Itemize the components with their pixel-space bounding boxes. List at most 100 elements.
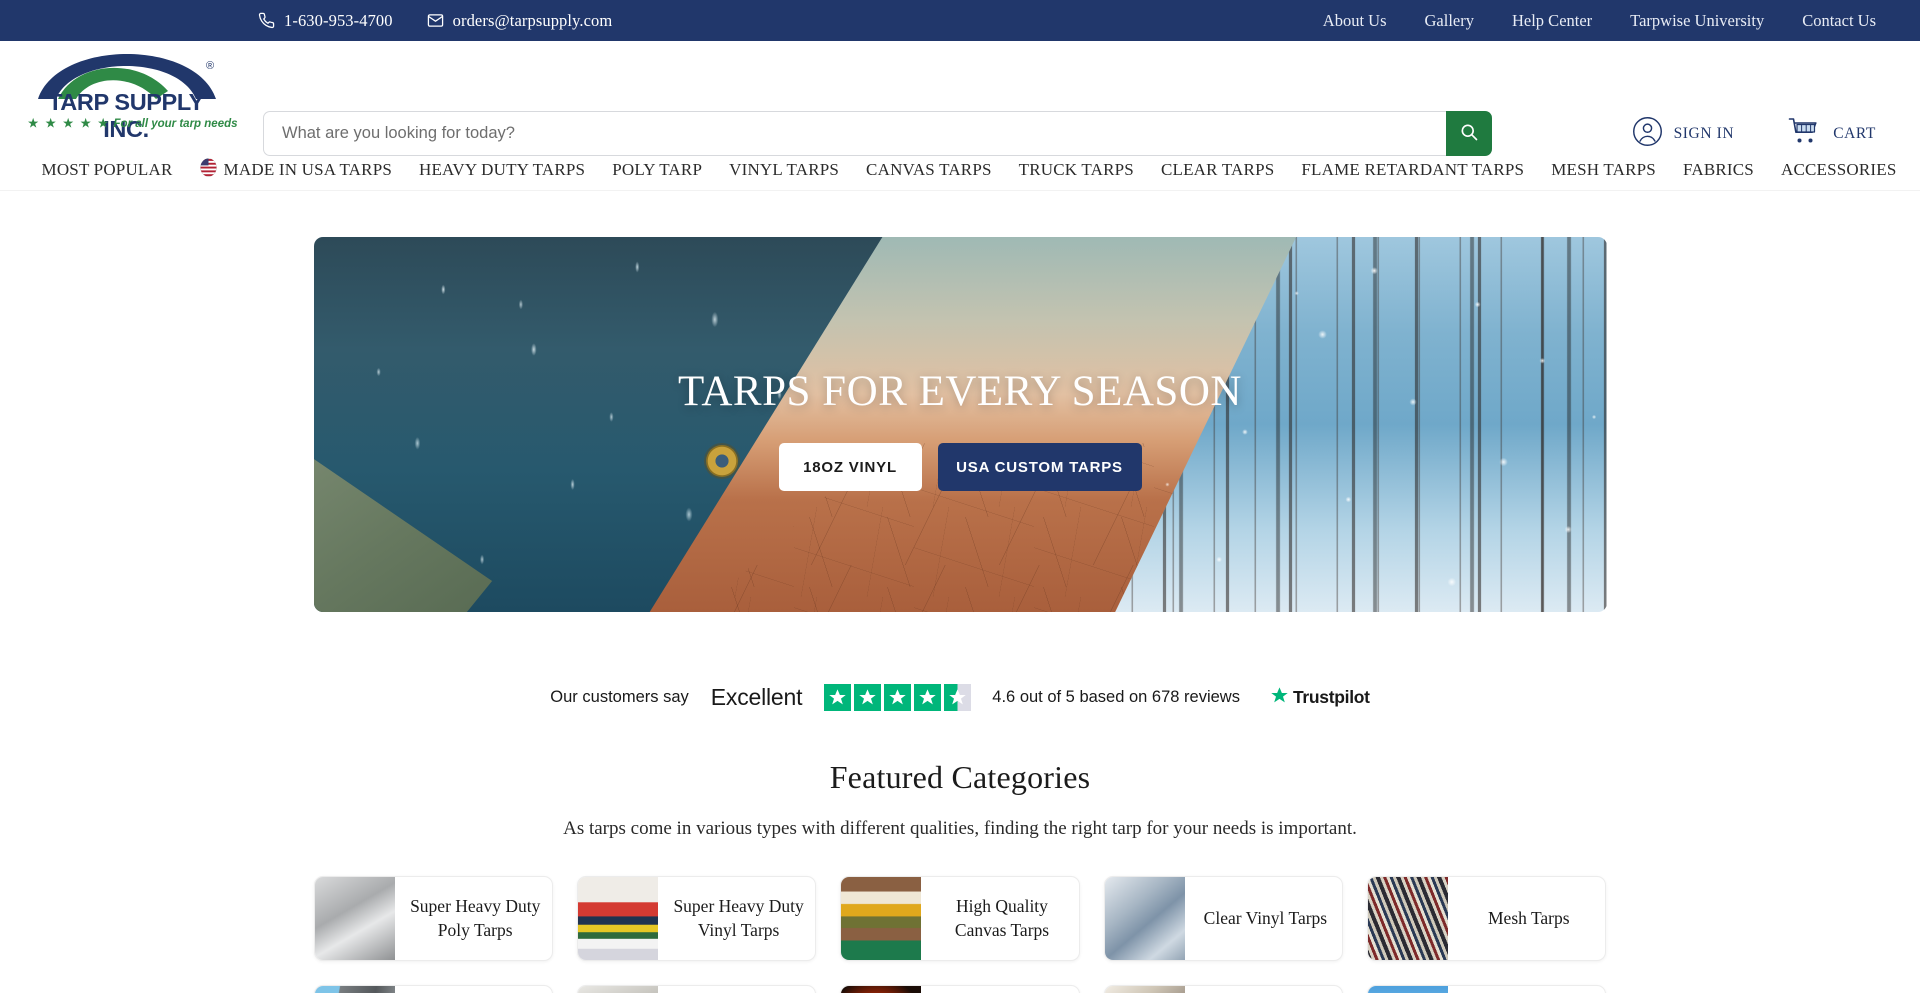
nav-item-truck-tarps[interactable]: TRUCK TARPS bbox=[1005, 160, 1147, 180]
top-utility-bar: 1-630-953-4700 orders@tarpsupply.com Abo… bbox=[0, 0, 1920, 41]
nav-label: ACCESSORIES bbox=[1780, 159, 1897, 179]
category-card[interactable]: High Quality Canvas Tarps bbox=[840, 876, 1080, 961]
category-card-label: Super Heavy Duty Vinyl Tarps bbox=[673, 896, 804, 940]
cart-button[interactable]: CART bbox=[1788, 117, 1876, 150]
nav-item-most-popular[interactable]: MOST POPULAR bbox=[28, 160, 186, 180]
hero-title: TARPS FOR EVERY SEASON bbox=[678, 368, 1242, 415]
topbar-link-about-us[interactable]: About Us bbox=[1323, 11, 1387, 31]
topbar-link-tarpwise-university[interactable]: Tarpwise University bbox=[1630, 11, 1764, 31]
sign-in-button[interactable]: SIGN IN bbox=[1632, 116, 1735, 152]
featured-categories-section: Featured Categories As tarps come in var… bbox=[0, 759, 1920, 993]
nav-item-flame-retardant-tarps[interactable]: FLAME RETARDANT TARPS bbox=[1288, 160, 1538, 180]
search-icon bbox=[1459, 122, 1479, 145]
category-thumbnail bbox=[577, 986, 658, 993]
phone-link[interactable]: 1-630-953-4700 bbox=[258, 11, 393, 31]
nav-label: MADE IN USA TARPS bbox=[223, 159, 392, 179]
header-actions: SIGN IN CART bbox=[1632, 111, 1876, 156]
nav-item-mesh-tarps[interactable]: MESH TARPS bbox=[1538, 160, 1670, 180]
email-link[interactable]: orders@tarpsupply.com bbox=[427, 11, 613, 31]
cart-label: CART bbox=[1833, 124, 1876, 142]
topbar-link-contact-us[interactable]: Contact Us bbox=[1802, 11, 1876, 31]
category-thumbnail bbox=[314, 986, 395, 993]
nav-item-covers[interactable]: COVERS bbox=[1910, 160, 1920, 180]
svg-text:®: ® bbox=[206, 60, 214, 72]
logo-tagline: ★ ★ ★ ★ ★ For all your tarp needs bbox=[28, 116, 238, 130]
topbar-link-gallery[interactable]: Gallery bbox=[1425, 11, 1474, 31]
email-address: orders@tarpsupply.com bbox=[452, 10, 613, 30]
category-thumbnail bbox=[1368, 986, 1449, 993]
nav-label: MOST POPULAR bbox=[41, 159, 173, 179]
logo-tagline-text: For all your tarp needs bbox=[113, 118, 238, 130]
nav-label: HEAVY DUTY TARPS bbox=[419, 159, 586, 179]
nav-item-clear-tarps[interactable]: CLEAR TARPS bbox=[1147, 160, 1287, 180]
nav-label: TRUCK TARPS bbox=[1018, 159, 1134, 179]
category-card[interactable]: Clear Vinyl Tarps bbox=[1103, 876, 1344, 961]
nav-label: FLAME RETARDANT TARPS bbox=[1301, 159, 1525, 179]
category-card[interactable]: Outdoor Covers bbox=[1367, 985, 1607, 993]
category-card-label: High Quality Canvas Tarps bbox=[954, 896, 1050, 940]
phone-icon bbox=[258, 12, 275, 29]
trustpilot-widget[interactable]: Our customers say Excellent 4.6 out of 5… bbox=[0, 684, 1920, 711]
site-header: ® TARP SUPPLY INC. ★ ★ ★ ★ ★ For all you… bbox=[0, 41, 1920, 156]
category-thumbnail bbox=[1368, 877, 1449, 960]
category-card[interactable]: Materials & Fabrics bbox=[1103, 985, 1344, 993]
nav-label: FABRICS bbox=[1682, 159, 1754, 179]
search-button[interactable] bbox=[1446, 111, 1492, 156]
trustpilot-star-rating bbox=[824, 684, 972, 711]
topbar-nav: About Us Gallery Help Center Tarpwise Un… bbox=[1323, 11, 1876, 31]
phone-number: 1-630-953-4700 bbox=[284, 10, 393, 30]
nav-label: CANVAS TARPS bbox=[866, 159, 992, 179]
star-icon-5-half bbox=[944, 684, 972, 711]
usa-flag-icon bbox=[199, 157, 217, 182]
nav-label: MESH TARPS bbox=[1551, 159, 1656, 179]
nav-item-fabrics[interactable]: FABRICS bbox=[1669, 160, 1767, 180]
nav-item-poly-tarp[interactable]: POLY TARP bbox=[599, 160, 716, 180]
featured-categories-subheading: As tarps come in various types with diff… bbox=[563, 818, 1357, 839]
trustpilot-brand-name: Trustpilot bbox=[1292, 687, 1370, 707]
hero-cta-group: 18OZ VINYL USA CUSTOM TARPS bbox=[314, 443, 1607, 491]
category-thumbnail bbox=[314, 877, 395, 960]
category-card-label: Mesh Tarps bbox=[1488, 907, 1570, 928]
category-card[interactable]: Super Heavy Duty Vinyl Tarps bbox=[576, 876, 817, 961]
logo-stars: ★ ★ ★ ★ ★ bbox=[28, 118, 111, 130]
hero-section: TARPS FOR EVERY SEASON 18OZ VINYL USA CU… bbox=[0, 191, 1920, 612]
user-account-icon bbox=[1632, 116, 1663, 152]
featured-categories-grid: Super Heavy Duty Poly Tarps Super Heavy … bbox=[313, 876, 1607, 993]
nav-item-vinyl-tarps[interactable]: VINYL TARPS bbox=[716, 160, 853, 180]
nav-item-canvas-tarps[interactable]: CANVAS TARPS bbox=[853, 160, 1006, 180]
star-icon-2 bbox=[854, 684, 882, 711]
category-card[interactable]: Super Heavy Duty Poly Tarps bbox=[313, 876, 553, 961]
hero-banner: TARPS FOR EVERY SEASON 18OZ VINYL USA CU… bbox=[313, 237, 1607, 612]
nav-label: CLEAR TARPS bbox=[1160, 159, 1275, 179]
site-logo[interactable]: ® TARP SUPPLY INC. ★ ★ ★ ★ ★ For all you… bbox=[28, 27, 238, 142]
category-thumbnail bbox=[841, 986, 922, 993]
trustpilot-lead-text: Our customers say bbox=[550, 688, 689, 706]
nav-item-made-in-usa-tarps[interactable]: MADE IN USA TARPS bbox=[186, 157, 405, 182]
nav-item-accessories[interactable]: ACCESSORIES bbox=[1767, 160, 1910, 180]
nav-label: VINYL TARPS bbox=[729, 159, 840, 179]
hero-usa-custom-tarps-button[interactable]: USA CUSTOM TARPS bbox=[937, 443, 1142, 491]
hero-18oz-vinyl-button[interactable]: 18OZ VINYL bbox=[778, 443, 922, 491]
trustpilot-brand[interactable]: Trustpilot bbox=[1270, 686, 1370, 710]
sign-in-label: SIGN IN bbox=[1673, 124, 1735, 142]
topbar-contact-group: 1-630-953-4700 orders@tarpsupply.com bbox=[258, 11, 612, 31]
category-card-label: Super Heavy Duty Poly Tarps bbox=[410, 896, 541, 940]
hero-content: TARPS FOR EVERY SEASON 18OZ VINYL USA CU… bbox=[314, 367, 1607, 491]
category-card[interactable]: Mesh Tarps bbox=[1367, 876, 1607, 961]
trustpilot-review-summary: 4.6 out of 5 based on 678 reviews bbox=[992, 688, 1240, 706]
category-card[interactable]: Flame Retardant Tarps bbox=[840, 985, 1080, 993]
trustpilot-rating-word: Excellent bbox=[710, 684, 803, 710]
nav-item-heavy-duty-tarps[interactable]: HEAVY DUTY TARPS bbox=[406, 160, 599, 180]
category-thumbnail bbox=[577, 877, 658, 960]
category-thumbnail bbox=[841, 877, 922, 960]
star-icon-4 bbox=[914, 684, 942, 711]
trustpilot-logo-icon bbox=[1270, 686, 1289, 710]
star-icon-3 bbox=[884, 684, 912, 711]
category-card[interactable]: Round Tarps & Covers bbox=[576, 985, 817, 993]
search-input[interactable] bbox=[263, 111, 1446, 156]
category-thumbnail bbox=[1104, 877, 1185, 960]
category-card[interactable]: Truck Tarps bbox=[313, 985, 553, 993]
star-icon-1 bbox=[824, 684, 852, 711]
featured-categories-heading: Featured Categories bbox=[829, 759, 1091, 795]
topbar-link-help-center[interactable]: Help Center bbox=[1512, 11, 1592, 31]
